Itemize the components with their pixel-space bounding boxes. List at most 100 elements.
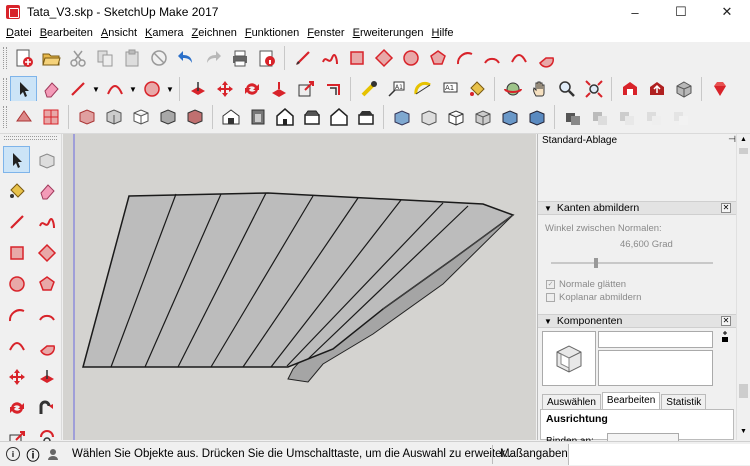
paste-icon[interactable] — [118, 45, 145, 72]
smooth-normals-checkbox[interactable]: ✓ — [546, 280, 555, 289]
model-canvas[interactable] — [63, 134, 536, 440]
arc-tool-icon[interactable] — [451, 45, 478, 72]
angle-slider-thumb[interactable] — [594, 258, 598, 268]
eraser-tool-icon[interactable] — [33, 177, 60, 204]
component-details-icon[interactable] — [721, 331, 729, 343]
arc-dropdown-icon[interactable] — [101, 76, 128, 103]
scroll-thumb-lower[interactable] — [739, 384, 748, 398]
orbit-tool-icon[interactable] — [499, 76, 526, 103]
zoom-tool-icon[interactable] — [553, 76, 580, 103]
push-pull-icon[interactable] — [33, 363, 60, 390]
shaded-style-icon[interactable] — [181, 104, 208, 131]
polygon-tool-icon[interactable] — [424, 45, 451, 72]
union-solid-icon[interactable] — [388, 104, 415, 131]
freehand-tool-icon[interactable] — [33, 208, 60, 235]
menu-kamera[interactable]: Kamera — [141, 27, 188, 39]
geolocation-icon[interactable]: i — [6, 447, 20, 461]
menu-zeichnen[interactable]: Zeichnen — [188, 27, 241, 39]
subtract-solid-icon[interactable] — [415, 104, 442, 131]
line-tool-icon[interactable] — [289, 45, 316, 72]
warehouse-icon[interactable] — [616, 76, 643, 103]
soften-coplanar-row[interactable]: Koplanar abmildern — [546, 292, 641, 303]
rotated-rectangle-icon[interactable] — [370, 45, 397, 72]
credits-icon[interactable]: ⓘ — [26, 447, 40, 463]
make-component-icon[interactable] — [33, 146, 60, 173]
measurements-input[interactable] — [568, 444, 750, 465]
back-edges-icon[interactable] — [100, 104, 127, 131]
move-tool-icon[interactable] — [211, 76, 238, 103]
new-file-icon[interactable] — [10, 45, 37, 72]
hidden-line-icon[interactable] — [154, 104, 181, 131]
tray-scrollbar[interactable]: ▲ ▼ — [736, 134, 750, 440]
text-tool-icon[interactable]: A1 — [436, 76, 463, 103]
two-point-arc-icon[interactable] — [33, 301, 60, 328]
open-folder-icon[interactable] — [37, 45, 64, 72]
close-section-icon[interactable]: ✕ — [721, 316, 731, 326]
component-name-field[interactable] — [598, 331, 713, 348]
right-view-icon[interactable] — [298, 104, 325, 131]
angle-slider-track[interactable] — [551, 262, 713, 264]
wireframe-style-icon[interactable] — [127, 104, 154, 131]
component-description-field[interactable] — [598, 350, 713, 386]
iso-view-icon[interactable] — [217, 104, 244, 131]
polygon-tool-icon[interactable] — [33, 270, 60, 297]
freehand-tool-icon[interactable] — [316, 45, 343, 72]
share-model-icon[interactable] — [643, 76, 670, 103]
protractor-tool-icon[interactable] — [409, 76, 436, 103]
pin-icon[interactable]: ⊣ — [728, 134, 736, 145]
circle-tool-icon[interactable] — [397, 45, 424, 72]
close-section-icon[interactable]: ✕ — [721, 203, 731, 213]
line-tool-icon[interactable] — [3, 208, 30, 235]
chevron-down-icon[interactable]: ▼ — [128, 76, 138, 103]
follow-me-icon[interactable] — [265, 76, 292, 103]
rectangle-tool-icon[interactable] — [343, 45, 370, 72]
close-button[interactable]: ✕ — [704, 0, 750, 24]
smooth-normals-row[interactable]: ✓ Normale glätten — [546, 279, 626, 290]
select-tool-icon[interactable] — [10, 75, 37, 103]
toolbar-grip[interactable] — [3, 106, 7, 128]
redo-icon[interactable] — [199, 45, 226, 72]
cut-icon[interactable] — [64, 45, 91, 72]
pie-tool-icon[interactable] — [33, 332, 60, 359]
tab-edit[interactable]: Bearbeiten — [601, 392, 661, 410]
menu-funktionen[interactable]: Funktionen — [241, 27, 303, 39]
rotate-tool-icon[interactable] — [3, 394, 30, 421]
select-tool-icon[interactable] — [3, 146, 30, 173]
user-account-icon[interactable] — [46, 447, 60, 461]
top-view-icon[interactable] — [244, 104, 271, 131]
xray-style-icon[interactable] — [73, 104, 100, 131]
dimension-tool-icon[interactable]: A1 — [382, 76, 409, 103]
menu-fenster[interactable]: Fenster — [303, 27, 348, 39]
components-header[interactable]: ▼ Komponenten ✕ — [538, 314, 736, 328]
three-point-arc-icon[interactable] — [3, 332, 30, 359]
toolbar-grip[interactable] — [3, 78, 7, 100]
scroll-thumb[interactable] — [739, 148, 748, 154]
toolbar-grip[interactable] — [3, 47, 7, 69]
pan-tool-icon[interactable] — [526, 76, 553, 103]
drawing-viewport[interactable] — [63, 134, 536, 440]
menu-bearbeiten[interactable]: Bearbeiten — [36, 27, 97, 39]
eraser-tool-icon[interactable] — [37, 76, 64, 103]
rotate-tool-icon[interactable] — [238, 76, 265, 103]
rotated-rectangle-icon[interactable] — [33, 239, 60, 266]
layer-group-icon[interactable] — [559, 104, 586, 131]
menu-hilfe[interactable]: Hilfe — [428, 27, 458, 39]
three-point-arc-icon[interactable] — [505, 45, 532, 72]
soften-coplanar-checkbox[interactable] — [546, 293, 555, 302]
move-tool-icon[interactable] — [3, 363, 30, 390]
follow-me-icon[interactable] — [33, 394, 60, 421]
zoom-extents-icon[interactable] — [580, 76, 607, 103]
back-view-icon[interactable] — [325, 104, 352, 131]
front-view-icon[interactable] — [271, 104, 298, 131]
soften-edges-header[interactable]: ▼ Kanten abmildern ✕ — [538, 201, 736, 215]
layer-light-icon[interactable] — [613, 104, 640, 131]
layer-faint-icon[interactable] — [640, 104, 667, 131]
model-info-icon[interactable] — [253, 45, 280, 72]
push-pull-icon[interactable] — [184, 76, 211, 103]
print-icon[interactable] — [226, 45, 253, 72]
extension-warehouse-icon[interactable] — [706, 76, 733, 103]
scroll-up-icon[interactable]: ▲ — [740, 136, 747, 143]
shape-dropdown-icon[interactable] — [138, 76, 165, 103]
outer-shell-icon[interactable] — [523, 104, 550, 131]
paint-bucket-icon[interactable] — [3, 177, 30, 204]
